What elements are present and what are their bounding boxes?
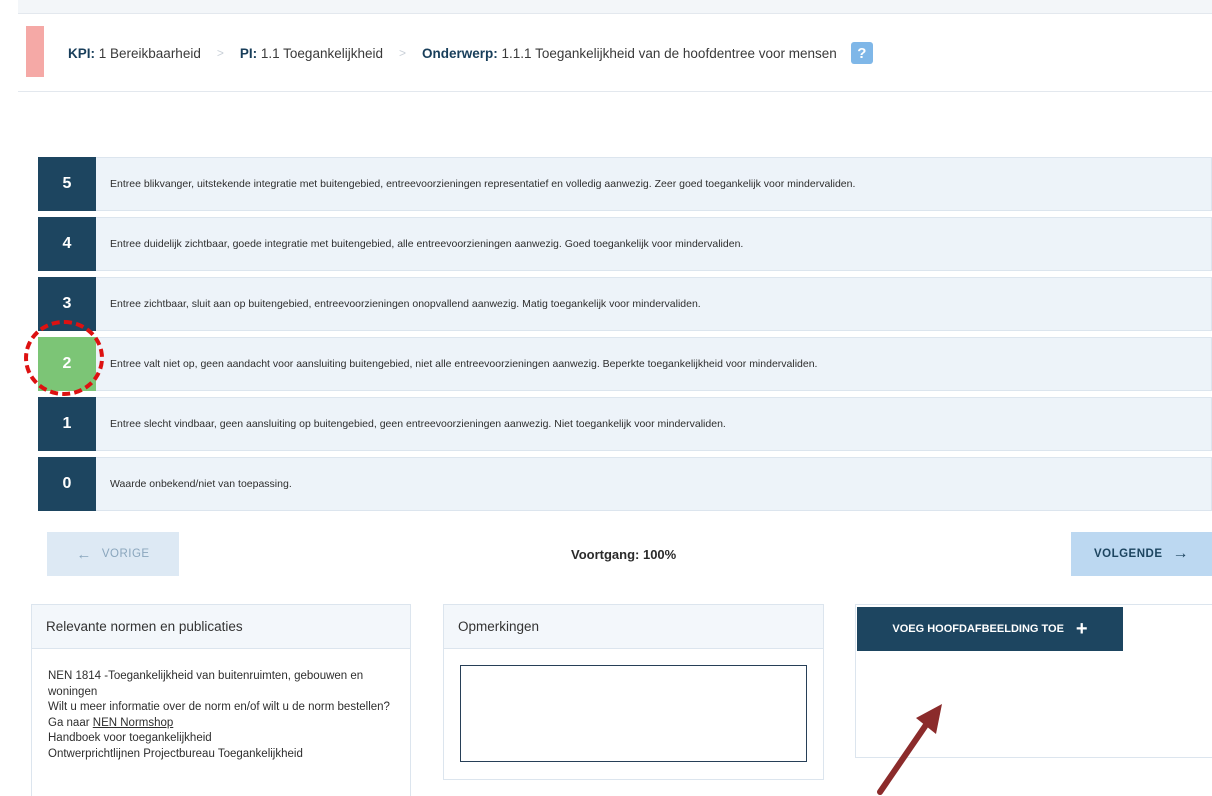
level-score[interactable]: 0 [38,456,96,511]
level-description: Waarde onbekend/niet van toepassing. [110,478,292,490]
breadcrumb-items: KPI: 1 Bereikbaarheid > PI: 1.1 Toeganke… [68,14,873,92]
progress-text: Voortgang: 100% [571,546,677,562]
norms-panel: Relevante normen en publicaties NEN 1814… [31,604,411,796]
add-main-image-button[interactable]: VOEG HOOFDAFBEELDING TOE + [857,607,1123,651]
chevron-right-icon: > [216,46,224,60]
help-icon[interactable]: ? [850,42,873,64]
level-option-1[interactable]: 1 Entree slecht vindbaar, geen aansluiti… [38,396,1212,451]
breadcrumb-kpi[interactable]: KPI: 1 Bereikbaarheid [68,46,201,61]
top-strip [18,0,1212,14]
level-description: Entree slecht vindbaar, geen aansluiting… [110,418,726,430]
level-option-2[interactable]: 2 Entree valt niet op, geen aandacht voo… [38,336,1212,391]
norms-body: NEN 1814 -Toegankelijkheid van buitenrui… [32,649,410,762]
level-description: Entree valt niet op, geen aandacht voor … [110,358,818,370]
level-option-0[interactable]: 0 Waarde onbekend/niet van toepassing. [38,456,1212,511]
norm-item: NEN 1814 -Toegankelijkheid van buitenrui… [48,670,364,698]
norms-panel-title: Relevante normen en publicaties [32,605,410,649]
chevron-right-icon: > [398,46,406,60]
arrow-right-icon: → [1172,545,1190,562]
comments-panel: Opmerkingen [443,604,824,780]
score-levels: 5 Entree blikvanger, uitstekende integra… [38,156,1212,517]
breadcrumb-pi[interactable]: PI: 1.1 Toegankelijkheid [240,46,383,61]
subject-label: Onderwerp: [422,45,498,61]
arrow-left-icon: ← [76,545,92,563]
next-button[interactable]: VOLGENDE → [1071,532,1212,576]
norm-item: Ontwerprichtlijnen Projectbureau Toegank… [48,747,303,760]
previous-button[interactable]: ← VORIGE [47,532,179,576]
nen-normshop-link[interactable]: NEN Normshop [93,717,174,729]
plus-icon: + [1075,617,1088,640]
next-label: VOLGENDE [1093,548,1163,560]
level-score[interactable]: 3 [38,276,96,331]
level-description: Entree duidelijk zichtbaar, goede integr… [110,238,744,250]
subject-value: 1.1.1 Toegankelijkheid van de hoofdentre… [501,45,837,61]
level-score[interactable]: 1 [38,396,96,451]
comments-textarea[interactable] [460,665,807,762]
comments-panel-title: Opmerkingen [444,605,823,649]
pi-value: 1.1 Toegankelijkheid [260,45,383,61]
level-score[interactable]: 5 [38,156,96,211]
breadcrumb: KPI: 1 Bereikbaarheid > PI: 1.1 Toeganke… [18,14,1212,92]
breadcrumb-subject: Onderwerp: 1.1.1 Toegankelijkheid van de… [422,46,837,61]
level-option-3[interactable]: 3 Entree zichtbaar, sluit aan op buiteng… [38,276,1212,331]
level-score[interactable]: 4 [38,216,96,271]
level-option-4[interactable]: 4 Entree duidelijk zichtbaar, goede inte… [38,216,1212,271]
add-main-image-label: VOEG HOOFDAFBEELDING TOE [892,623,1064,635]
level-description: Entree blikvanger, uitstekende integrati… [110,178,856,190]
navigation-row: ← VORIGE Voortgang: 100% VOLGENDE → [47,532,1212,576]
norm-info: Wilt u meer informatie over de norm en/o… [48,700,395,731]
kpi-label: KPI: [68,45,95,61]
norm-item: Handboek voor toegankelijkheid [48,732,212,744]
image-panel: VOEG HOOFDAFBEELDING TOE + [855,604,1212,758]
pi-label: PI: [239,45,258,61]
level-option-5[interactable]: 5 Entree blikvanger, uitstekende integra… [38,156,1212,211]
level-description: Entree zichtbaar, sluit aan op buitengeb… [110,298,701,310]
level-score-selected[interactable]: 2 [38,336,96,391]
status-flag [26,26,44,77]
kpi-value: 1 Bereikbaarheid [98,45,201,61]
previous-label: VORIGE [101,548,150,560]
